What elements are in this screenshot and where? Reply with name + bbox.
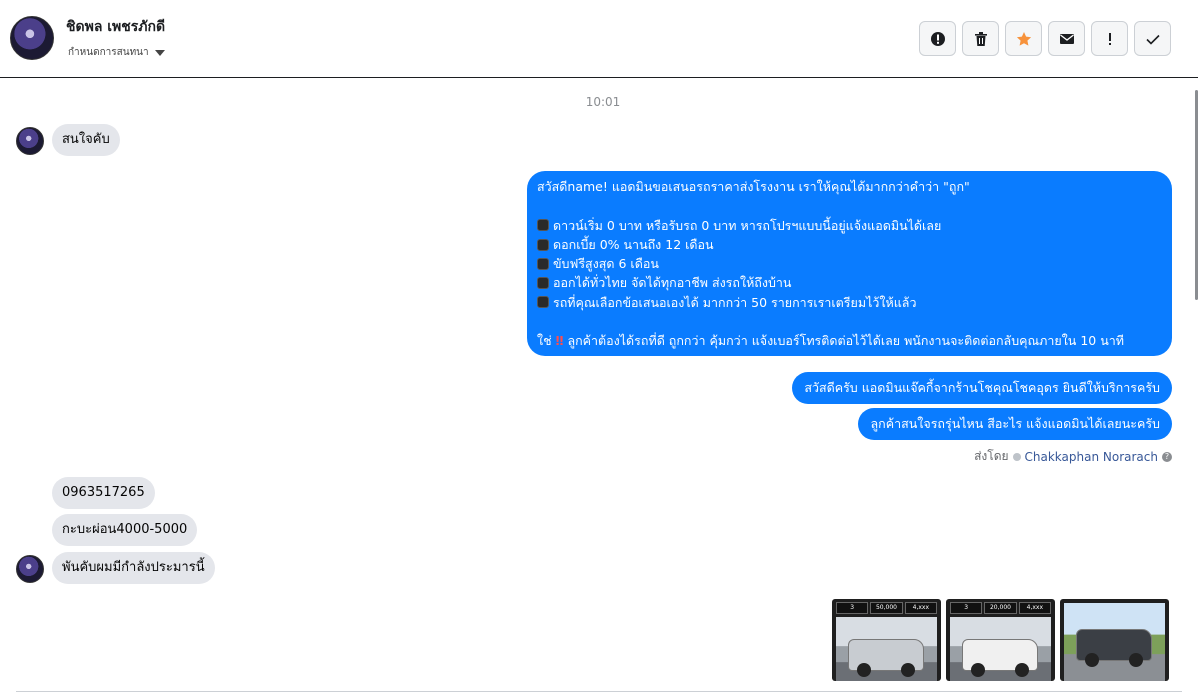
incoming-message: สนใจคับ — [52, 124, 120, 156]
contact-avatar[interactable] — [10, 16, 54, 60]
car-image-thumbnail[interactable] — [1060, 599, 1169, 681]
schedule-label: กำหนดการสนทนา — [68, 47, 149, 58]
mark-unread-button[interactable] — [1048, 21, 1085, 56]
sender-link[interactable]: Chakkaphan Norarach — [1025, 450, 1158, 464]
outgoing-message: สวัสดีครับ แอดมินแจ๊คกี้จากร้านโชคุณโชคอ… — [792, 372, 1172, 404]
thumb-stat: 4,xxx — [1018, 602, 1051, 614]
car-image-thumbnail[interactable]: 3 50,000 4,xxx — [832, 599, 941, 681]
outgoing-message: ลูกค้าสนใจรถรุ่นไหน สีอะไร แจ้งแอดมินได้… — [858, 408, 1172, 440]
message-line: ขับฟรีสูงสุด 6 เดือน — [553, 256, 659, 272]
message-line: ดอกเบี้ย 0% นานถึง 12 เดือน — [553, 236, 714, 252]
report-button[interactable] — [919, 21, 956, 56]
divider — [16, 691, 1182, 692]
outgoing-message: สวัสดีname! แอดมินขอเสนอรถราคาส่งโรงงาน … — [527, 171, 1172, 356]
message-timestamp: 10:01 — [585, 95, 621, 109]
thumb-stat: 50,000 — [870, 602, 903, 614]
action-toolbar — [919, 21, 1171, 56]
car-icon — [537, 277, 549, 290]
message-line: ดาวน์เริ่ม 0 บาท หรือรับรถ 0 บาท หารถโปร… — [553, 217, 942, 233]
exclamation-icon — [1108, 32, 1111, 45]
star-button[interactable] — [1005, 21, 1042, 56]
thumb-stat: 3 — [836, 602, 869, 614]
incoming-message: พันคับผมมีกำลังประมารนี้ — [52, 552, 215, 584]
sender-avatar — [16, 555, 44, 583]
message-line: ใช่ — [537, 333, 552, 349]
message-line: ออกได้ทั่วไทย จัดได้ทุกอาชีพ ส่งรถให้ถึง… — [553, 275, 792, 291]
star-icon — [1016, 31, 1031, 46]
car-icon — [537, 257, 549, 270]
sender-icon — [1012, 452, 1021, 461]
car-icon — [537, 219, 549, 232]
thumb-stat: 3 — [950, 602, 983, 614]
message-line: รถที่คุณเลือกข้อเสนอเองได้ มากกว่า 50 รา… — [553, 294, 917, 310]
follow-up-button[interactable] — [1091, 21, 1128, 56]
thumb-stat: 4,xxx — [904, 602, 937, 614]
message-line: สวัสดีname! แอดมินขอเสนอรถราคาส่งโรงงาน … — [537, 179, 970, 194]
car-image-thumbnail[interactable]: 3 20,000 4,xxx — [946, 599, 1055, 681]
check-icon — [1145, 34, 1160, 45]
sent-by-info: ส่งโดย Chakkaphan Norarach ? — [974, 447, 1172, 466]
incoming-message: 0963517265 — [52, 477, 155, 509]
conversation-header: ชิดพล เพชรภักดี กำหนดการสนทนา — [0, 0, 1198, 78]
thumb-stat: 20,000 — [984, 602, 1017, 614]
schedule-dropdown[interactable]: กำหนดการสนทนา — [68, 45, 165, 60]
alert-circle-icon — [930, 31, 945, 46]
mark-done-button[interactable] — [1134, 21, 1171, 56]
incoming-message: กะบะผ่อน4000-5000 — [52, 514, 198, 546]
car-icon — [537, 296, 549, 309]
image-attachments: 3 50,000 4,xxx 3 20,000 4,xxx — [832, 599, 1169, 681]
sender-avatar — [16, 127, 44, 155]
contact-name[interactable]: ชิดพล เพชรภักดี — [66, 16, 165, 38]
caret-down-icon — [154, 49, 165, 56]
double-exclamation-icon: ‼ — [555, 333, 564, 349]
message-line: ลูกค้าต้องได้รถที่ดี ถูกกว่า คุ้มกว่า แจ… — [567, 333, 1124, 349]
help-icon[interactable]: ? — [1162, 451, 1172, 462]
car-icon — [537, 238, 549, 251]
envelope-icon — [1059, 33, 1074, 44]
sent-by-prefix: ส่งโดย — [974, 449, 1009, 463]
delete-button[interactable] — [962, 21, 999, 56]
trash-icon — [974, 31, 987, 46]
